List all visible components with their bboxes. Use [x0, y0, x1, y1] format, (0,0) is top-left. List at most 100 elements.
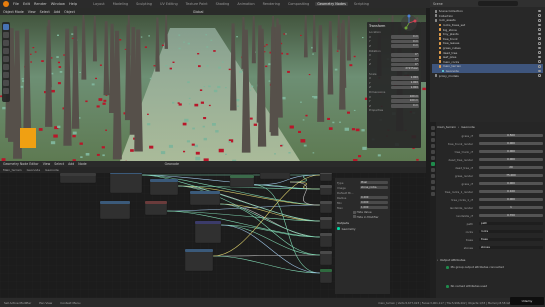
rotate-icon[interactable]: [3, 48, 9, 54]
properties-label[interactable]: Properties: [369, 108, 383, 112]
3d-viewport[interactable]: [0, 8, 426, 161]
scene-tab-icon[interactable]: [431, 144, 435, 148]
scale-y[interactable]: 1.000: [391, 81, 419, 85]
blender-logo-icon[interactable]: [3, 1, 9, 7]
attribute-name-field[interactable]: trees: [479, 237, 543, 242]
visibility-eye-icon[interactable]: [538, 65, 541, 68]
tab-compositing[interactable]: Compositing: [286, 2, 311, 6]
cursor-icon[interactable]: [3, 32, 9, 38]
scale-x[interactable]: 1.000: [391, 76, 419, 81]
ne-menu-add[interactable]: Add: [68, 162, 74, 166]
tab-scripting[interactable]: Scripting: [352, 2, 371, 6]
render-tab-icon[interactable]: [431, 132, 435, 136]
menu-window[interactable]: Window: [51, 2, 65, 6]
attribute-name-field[interactable]: rocks: [479, 229, 543, 234]
menu-render[interactable]: Render: [34, 2, 47, 6]
node[interactable]: [319, 184, 333, 196]
editor-type[interactable]: Geometry Node Editor: [3, 162, 39, 166]
menu-file[interactable]: File: [13, 2, 19, 6]
node[interactable]: [109, 170, 143, 194]
tab-shading[interactable]: Shading: [214, 2, 232, 6]
node[interactable]: [319, 200, 333, 214]
dimensions-y[interactable]: 100 m: [391, 99, 419, 103]
dimensions-x[interactable]: 100 m: [391, 94, 419, 99]
move-icon[interactable]: [3, 40, 9, 46]
node[interactable]: [319, 250, 333, 266]
value-field[interactable]: 0.000: [479, 197, 543, 202]
value-field[interactable]: 0.500: [479, 133, 543, 138]
tab-uv-editing[interactable]: UV Editing: [158, 2, 180, 6]
object-name[interactable]: main_terrain: [437, 125, 456, 129]
output-tab-icon[interactable]: [431, 138, 435, 142]
node[interactable]: [319, 216, 333, 230]
min-field[interactable]: 0.000: [360, 200, 388, 205]
data-tab-icon[interactable]: [431, 186, 435, 190]
tab-geometry-nodes[interactable]: Geometry Nodes: [315, 2, 348, 6]
scale-z[interactable]: 1.000: [391, 85, 419, 90]
node-tree-name[interactable]: Geonode: [165, 162, 179, 166]
visibility-eye-icon[interactable]: [538, 42, 541, 45]
type-field[interactable]: Pixel: [360, 180, 388, 185]
scene-name[interactable]: Scene: [433, 2, 443, 6]
transform-orientation[interactable]: Global: [193, 10, 204, 14]
ne-menu-node[interactable]: Node: [78, 162, 86, 166]
value-field[interactable]: 1: [479, 205, 543, 210]
sidebar-tabs[interactable]: [421, 22, 426, 82]
location-y[interactable]: 0 m: [391, 39, 419, 44]
node[interactable]: [194, 220, 222, 244]
particles-tab-icon[interactable]: [431, 168, 435, 172]
ne-menu-select[interactable]: Select: [54, 162, 64, 166]
max-field[interactable]: 1.000: [360, 205, 388, 210]
value-field[interactable]: 0.100: [479, 189, 543, 194]
value-field[interactable]: 20: [479, 165, 543, 170]
scale-icon[interactable]: [3, 56, 9, 62]
select-box-icon[interactable]: [3, 24, 9, 30]
visibility-eye-icon[interactable]: [538, 55, 541, 59]
visibility-eye-icon[interactable]: [538, 9, 541, 13]
rotation-y[interactable]: 0°: [391, 58, 419, 62]
visibility-eye-icon[interactable]: [538, 19, 541, 22]
measure-icon[interactable]: [3, 80, 9, 86]
visibility-eye-icon[interactable]: [538, 51, 541, 54]
add-cube-icon[interactable]: [3, 88, 9, 94]
visibility-eye-icon[interactable]: [538, 28, 541, 31]
image-field[interactable]: stone_rocks.: [360, 185, 388, 190]
visibility-eye-icon[interactable]: [538, 37, 541, 41]
location-z[interactable]: 0 m: [391, 44, 419, 48]
node[interactable]: [144, 200, 168, 216]
node[interactable]: [184, 248, 214, 272]
visibility-eye-icon[interactable]: [538, 32, 541, 36]
ne-menu-view[interactable]: View: [43, 162, 51, 166]
menu-edit[interactable]: Edit: [23, 2, 30, 6]
visibility-eye-icon[interactable]: [538, 60, 541, 64]
node[interactable]: [189, 190, 221, 206]
outliner-row[interactable]: proxy_models: [432, 73, 543, 78]
node[interactable]: [319, 268, 333, 284]
visibility-eye-icon[interactable]: [538, 46, 541, 50]
geometry-output[interactable]: Geometry: [337, 226, 388, 231]
node[interactable]: [229, 174, 255, 188]
menu-help[interactable]: Help: [69, 2, 77, 6]
modifier-name[interactable]: Geonode: [461, 125, 475, 129]
tab-animation[interactable]: Animation: [235, 2, 256, 6]
mode-selector[interactable]: Object Mode: [3, 10, 24, 14]
value-field[interactable]: 0.000: [479, 141, 543, 146]
tool-tab-icon[interactable]: [431, 126, 435, 130]
modifier-tab-icon[interactable]: [431, 162, 435, 166]
rotation-mode[interactable]: XYZ Euler: [391, 67, 419, 71]
transform-icon[interactable]: [3, 64, 9, 70]
value-field[interactable]: 0.000: [479, 149, 543, 154]
breadcrumb-modifier[interactable]: Geonode: [27, 168, 41, 172]
location-x[interactable]: 0 m: [391, 35, 419, 39]
visibility-eye-icon[interactable]: [538, 14, 541, 18]
tab-layout[interactable]: Layout: [91, 2, 107, 6]
tab-modeling[interactable]: Modeling: [111, 2, 130, 6]
world-tab-icon[interactable]: [431, 150, 435, 154]
checkbox-icon[interactable]: [353, 215, 356, 219]
value-field[interactable]: 75.000: [479, 173, 543, 178]
breadcrumb-tree[interactable]: Geonode: [45, 168, 59, 172]
rotation-z[interactable]: 0°: [391, 62, 419, 67]
navigation-gizmo-icon[interactable]: [400, 14, 418, 32]
checkbox-icon[interactable]: [353, 210, 356, 214]
outliner-search-input[interactable]: [478, 1, 518, 6]
